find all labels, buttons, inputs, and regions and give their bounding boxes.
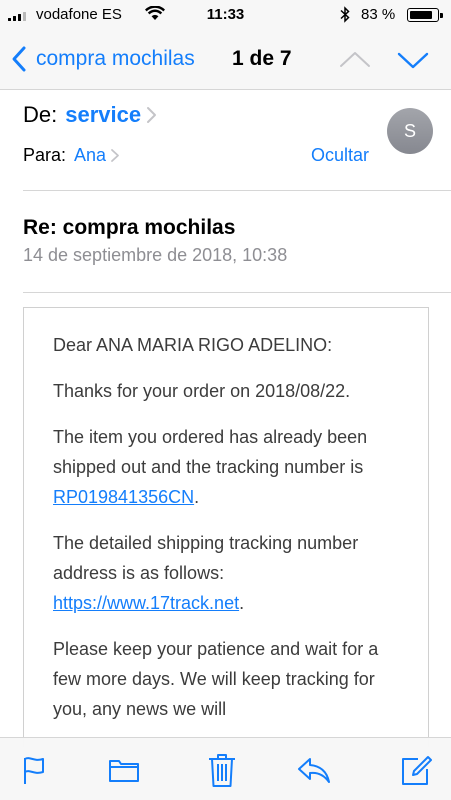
message-counter: 1 de 7 [232,47,292,70]
hide-details-button[interactable]: Ocultar [311,145,369,166]
next-message-button[interactable] [396,48,430,72]
address-paragraph: The detailed shipping tracking number ad… [53,528,403,618]
trash-icon [209,754,235,787]
bluetooth-icon [340,6,350,23]
shipped-end: . [194,487,200,507]
battery-percent: 83 % [361,6,396,23]
sender-name[interactable]: service [65,102,141,128]
avatar-initial: S [403,120,416,141]
delete-button[interactable] [202,751,242,789]
recipient-name[interactable]: Ana [74,145,106,166]
chevron-left-icon [12,46,26,72]
patience-paragraph: Please keep your patience and wait for a… [53,639,379,719]
folder-icon [109,760,139,782]
email-body: Dear ANA MARIA RIGO ADELINO: Thanks for … [23,307,429,747]
email-subject: Re: compra mochilas [23,216,236,239]
flag-icon [24,757,44,784]
reply-button[interactable] [294,751,334,789]
divider [23,292,451,293]
tracking-url-link[interactable]: https://www.17track.net [53,593,239,613]
chevron-right-icon [147,107,157,123]
address-text: The detailed shipping tracking number ad… [53,533,359,583]
email-date: 14 de septiembre de 2018, 10:38 [23,245,288,265]
shipped-paragraph: The item you ordered has already been sh… [53,422,403,512]
shipped-text: The item you ordered has already been sh… [53,427,368,477]
divider [23,190,451,191]
battery-level-fill [409,10,432,19]
bottom-toolbar [0,737,451,800]
greeting-paragraph: Dear ANA MARIA RIGO ADELINO: [53,335,333,355]
back-button-label: compra mochilas [36,47,195,70]
compose-icon [402,756,432,785]
compose-button[interactable] [396,751,436,789]
reply-icon [298,758,330,783]
back-button[interactable]: compra mochilas [8,44,195,74]
to-row: Para: Ana [23,145,120,166]
from-row: De: service [23,102,157,128]
to-label: Para: [23,145,67,165]
previous-message-button[interactable] [338,48,372,72]
battery-icon [407,8,443,22]
tracking-number-link[interactable]: RP019841356CN [53,487,194,507]
thanks-paragraph: Thanks for your order on 2018/08/22. [53,381,351,401]
navigation-bar: compra mochilas 1 de 7 [0,30,451,90]
move-to-folder-button[interactable] [104,751,144,789]
address-end: . [239,593,245,613]
chevron-right-icon [111,149,119,162]
from-label: De: [23,102,58,127]
avatar[interactable]: S [387,108,433,154]
flag-button[interactable] [14,751,54,789]
status-bar: vodafone ES 11:33 83 % [0,0,451,30]
